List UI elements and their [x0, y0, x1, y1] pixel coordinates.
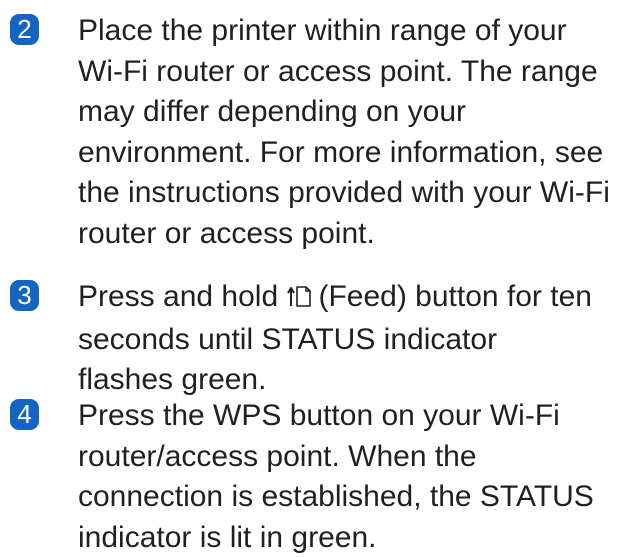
- step-text-line: Press and hold (Feed) button for ten: [78, 277, 613, 320]
- step-text-line: connection is established, the STATUS: [78, 477, 613, 518]
- step-text-line: Press the WPS button on your Wi-Fi: [78, 396, 613, 437]
- step-text: Press the WPS button on your Wi-Fi route…: [78, 396, 613, 558]
- step-text-line: seconds until STATUS indicator: [78, 320, 613, 361]
- step-text-fragment: Press and hold: [78, 280, 286, 313]
- feed-button-icon: [286, 279, 312, 320]
- step-text-line: may differ depending on your: [78, 92, 613, 133]
- step-text-line: environment. For more information, see: [78, 133, 613, 174]
- step-text-line: router or access point.: [78, 214, 613, 255]
- step-text-line: the instructions provided with your Wi-F…: [78, 173, 613, 214]
- step-text: Place the printer within range of your W…: [78, 11, 613, 254]
- step-text-line: Place the printer within range of your: [78, 11, 613, 52]
- step-text-line: indicator is lit in green.: [78, 518, 613, 558]
- step-text-line: Wi-Fi router or access point. The range: [78, 52, 613, 93]
- step-number-badge: 3: [10, 280, 39, 311]
- step-text-fragment: (Feed) button for ten: [318, 280, 592, 313]
- step-text-line: router/access point. When the: [78, 437, 613, 478]
- step-number-badge: 4: [10, 399, 39, 430]
- step-text-line: flashes green.: [78, 360, 613, 401]
- step-number-badge: 2: [10, 14, 39, 45]
- step-text: Press and hold (Feed) button for ten sec…: [78, 277, 613, 401]
